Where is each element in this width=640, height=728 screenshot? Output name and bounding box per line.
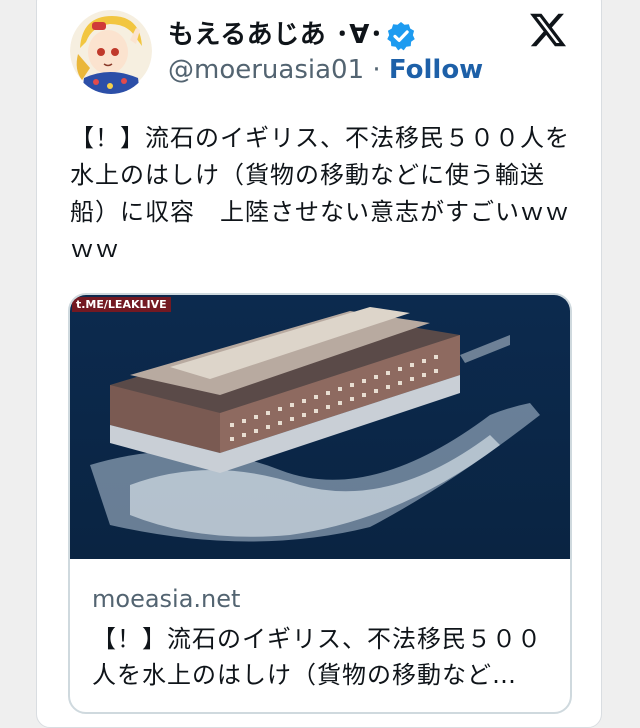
- follow-button[interactable]: Follow: [389, 55, 483, 85]
- verified-badge-icon: [387, 22, 415, 51]
- link-preview-card[interactable]: t.ME/LEAKLIVE moeasia.net 【！】流石のイギリス、不法移…: [68, 293, 572, 714]
- author-meta-row: @moeruasia01 · Follow: [168, 55, 483, 85]
- link-title: 【！】流石のイギリス、不法移民５００人を水上のはしけ（貨物の移動など…: [92, 625, 542, 689]
- tweet-text: 【！】流石のイギリス、不法移民５００人を水上のはしけ（貨物の移動などに使う輸送船…: [70, 124, 570, 263]
- link-preview-image: [70, 295, 570, 559]
- x-logo-icon[interactable]: [527, 10, 569, 50]
- avatar[interactable]: [70, 8, 152, 94]
- link-domain: moeasia.net: [92, 585, 241, 613]
- author-display-name[interactable]: もえるあじあ ･∀･: [168, 14, 383, 51]
- author-handle[interactable]: @moeruasia01: [168, 55, 364, 85]
- image-watermark: t.ME/LEAKLIVE: [72, 297, 171, 312]
- separator-dot: ·: [372, 55, 381, 85]
- avatar-illustration: [70, 10, 152, 94]
